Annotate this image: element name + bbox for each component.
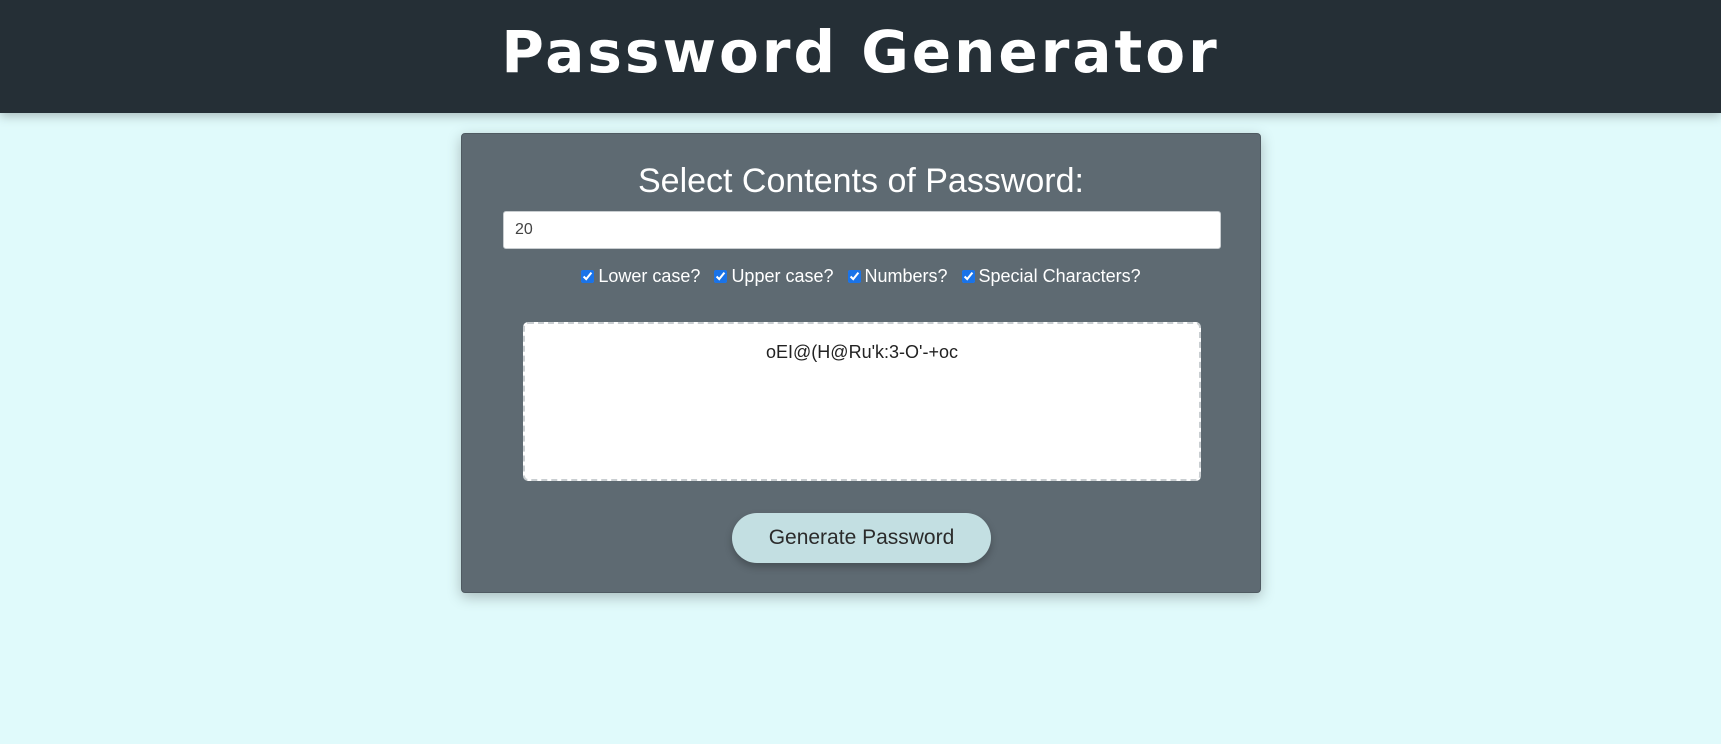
special-characters-label: Special Characters? (978, 266, 1141, 286)
option-lower-case[interactable]: Lower case? (581, 266, 700, 287)
generate-password-button[interactable]: Generate Password (732, 513, 991, 563)
password-output[interactable]: oEI@(H@Ru'k:3-O'-+oc (523, 322, 1201, 481)
lower-case-checkbox[interactable] (581, 270, 595, 283)
page-title: Password Generator (501, 17, 1220, 86)
numbers-label: Numbers? (864, 266, 948, 286)
numbers-checkbox[interactable] (847, 270, 861, 283)
character-options: Lower case? Upper case? Numbers? Special… (462, 266, 1260, 287)
special-characters-checkbox[interactable] (961, 270, 975, 283)
upper-case-checkbox[interactable] (714, 270, 728, 283)
option-numbers[interactable]: Numbers? (847, 266, 948, 287)
generator-card: Select Contents of Password: Lower case?… (461, 133, 1261, 593)
generated-password-text: oEI@(H@Ru'k:3-O'-+oc (766, 342, 958, 362)
lower-case-label: Lower case? (598, 266, 701, 286)
card-title: Select Contents of Password: (637, 162, 1084, 200)
option-special-characters[interactable]: Special Characters? (961, 266, 1141, 287)
upper-case-label: Upper case? (731, 266, 834, 286)
password-length-input[interactable] (503, 211, 1221, 249)
option-upper-case[interactable]: Upper case? (714, 266, 834, 287)
app-header: Password Generator (0, 0, 1721, 113)
